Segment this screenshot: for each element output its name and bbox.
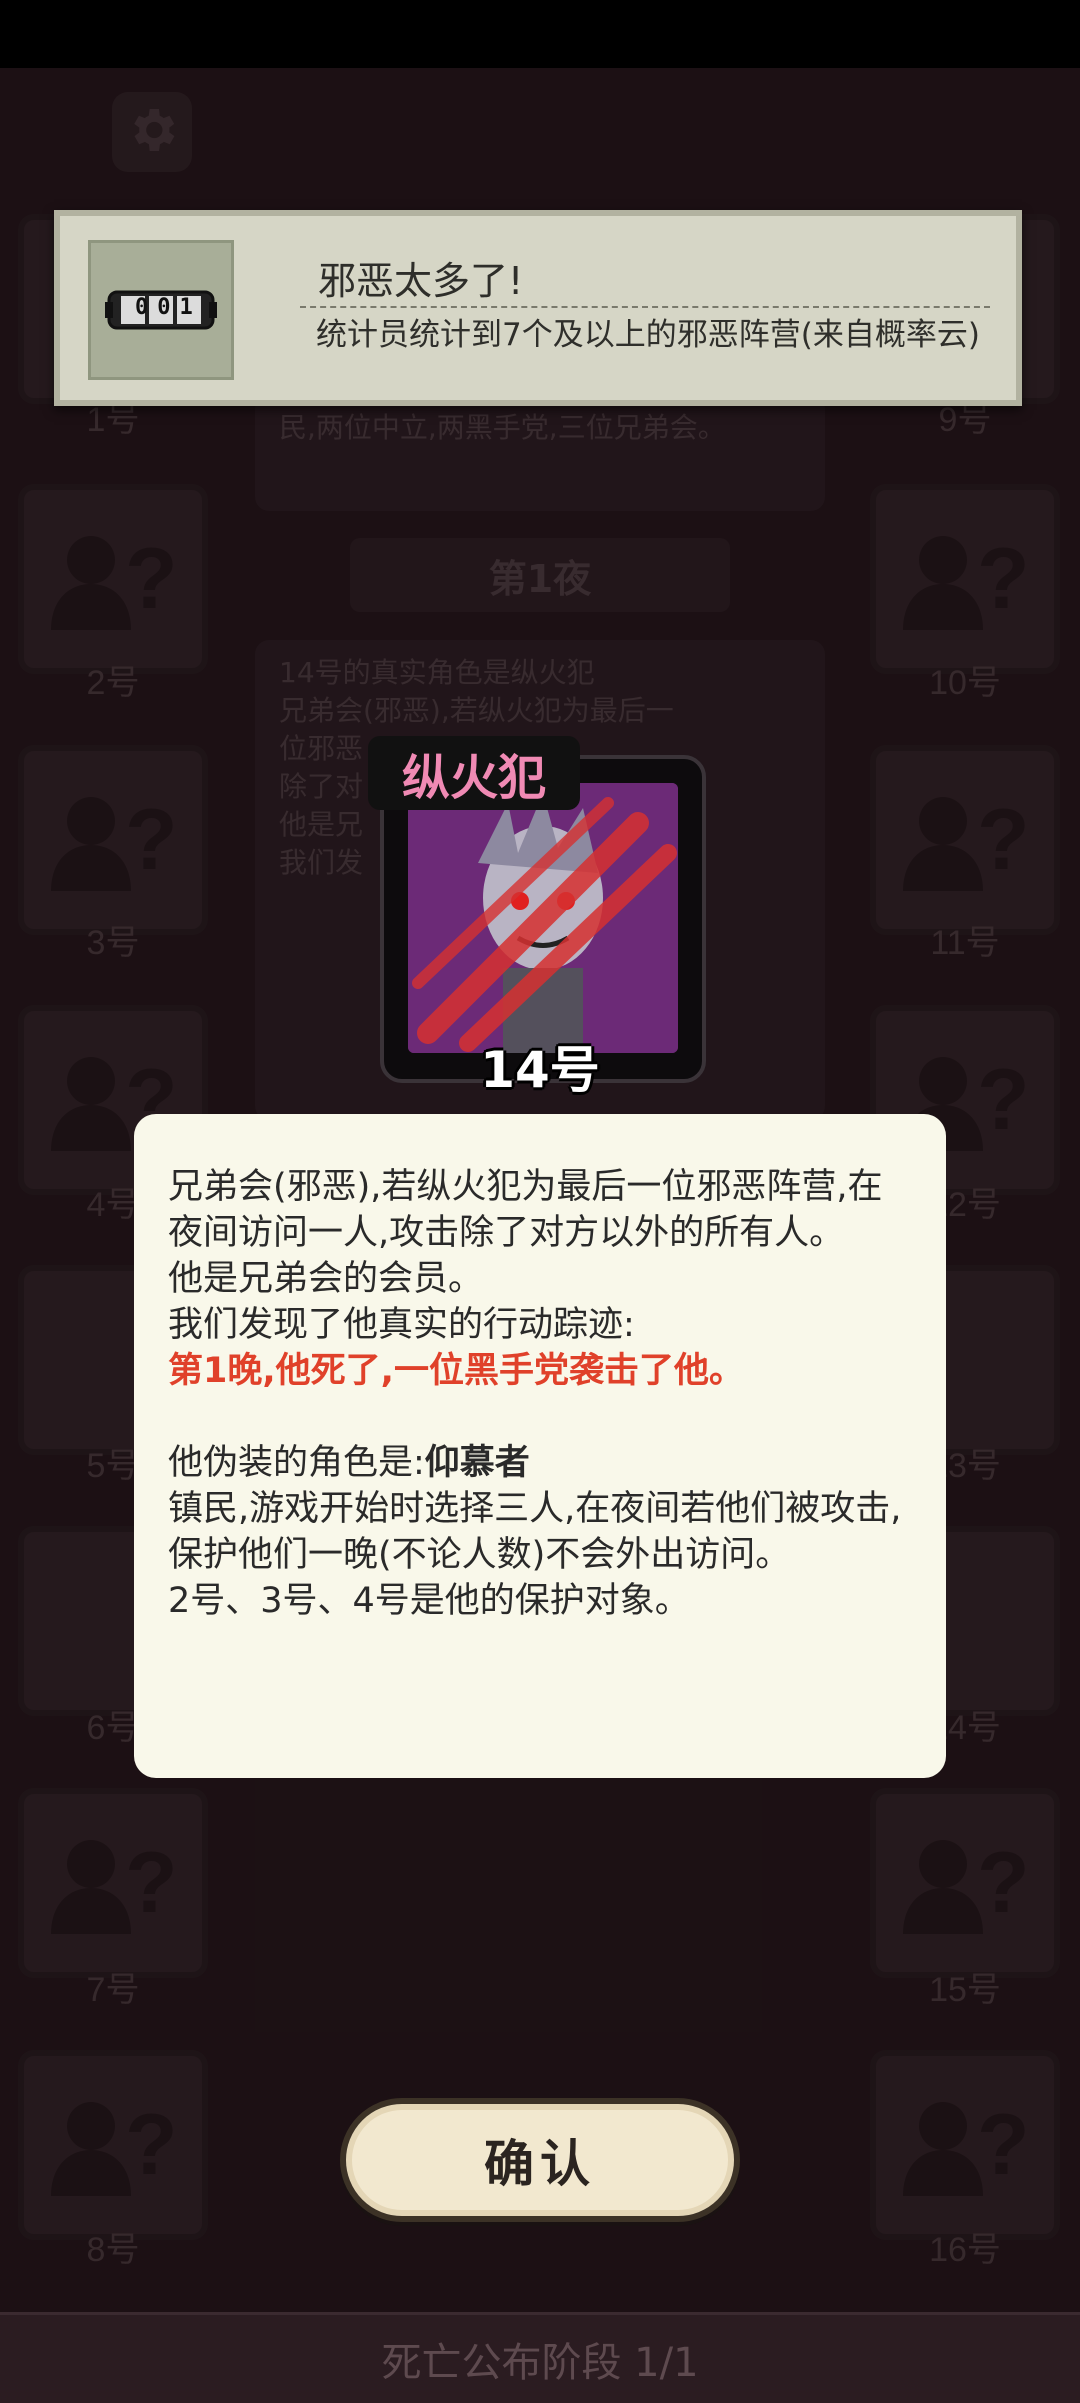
role-player-number: 14号 [480, 1041, 600, 1099]
disguise-line: 他伪装的角色是:仰慕者 [168, 1440, 916, 1486]
disguise-description: 镇民,游戏开始时选择三人,在夜间若他们被攻击,保护他们一晚(不论人数)不会外出访… [168, 1489, 902, 1575]
disguise-role: 仰慕者 [424, 1443, 530, 1483]
confirm-button[interactable]: 确认 [340, 2098, 740, 2222]
notification-banner: 001 邪恶太多了! 统计员统计到7个及以上的邪恶阵营(来自概率云) [54, 210, 1022, 406]
membership-line: 他是兄弟会的会员。 [168, 1259, 484, 1299]
status-bar [0, 0, 1080, 68]
protect-targets: 2号、3号、4号是他的保护对象。 [168, 1581, 690, 1621]
banner-divider [300, 306, 990, 308]
counter-text: 001 [135, 295, 202, 320]
role-description: 兄弟会(邪恶),若纵火犯为最后一位邪恶阵营,在夜间访问一人,攻击除了对方以外的所… [168, 1167, 883, 1253]
role-portrait [408, 783, 678, 1053]
trace-intro: 我们发现了他真实的行动踪迹: [168, 1305, 635, 1345]
counter-icon-box: 001 [88, 240, 234, 380]
arsonist-portrait-icon [408, 783, 678, 1053]
disguise-prefix: 他伪装的角色是: [168, 1443, 425, 1483]
role-detail-dialog: 兄弟会(邪恶),若纵火犯为最后一位邪恶阵营,在夜间访问一人,攻击除了对方以外的所… [134, 1114, 946, 1778]
banner-title: 邪恶太多了! [318, 259, 524, 303]
role-name: 纵火犯 [368, 736, 580, 810]
dialog-text: 兄弟会(邪恶),若纵火犯为最后一位邪恶阵营,在夜间访问一人,攻击除了对方以外的所… [168, 1164, 916, 1624]
phase-indicator: 死亡公布阶段 1/1 [0, 2312, 1080, 2403]
banner-description: 统计员统计到7个及以上的邪恶阵营(来自概率云) [316, 317, 980, 353]
death-record: 第1晚,他死了,一位黑手党袭击了他。 [168, 1351, 744, 1391]
